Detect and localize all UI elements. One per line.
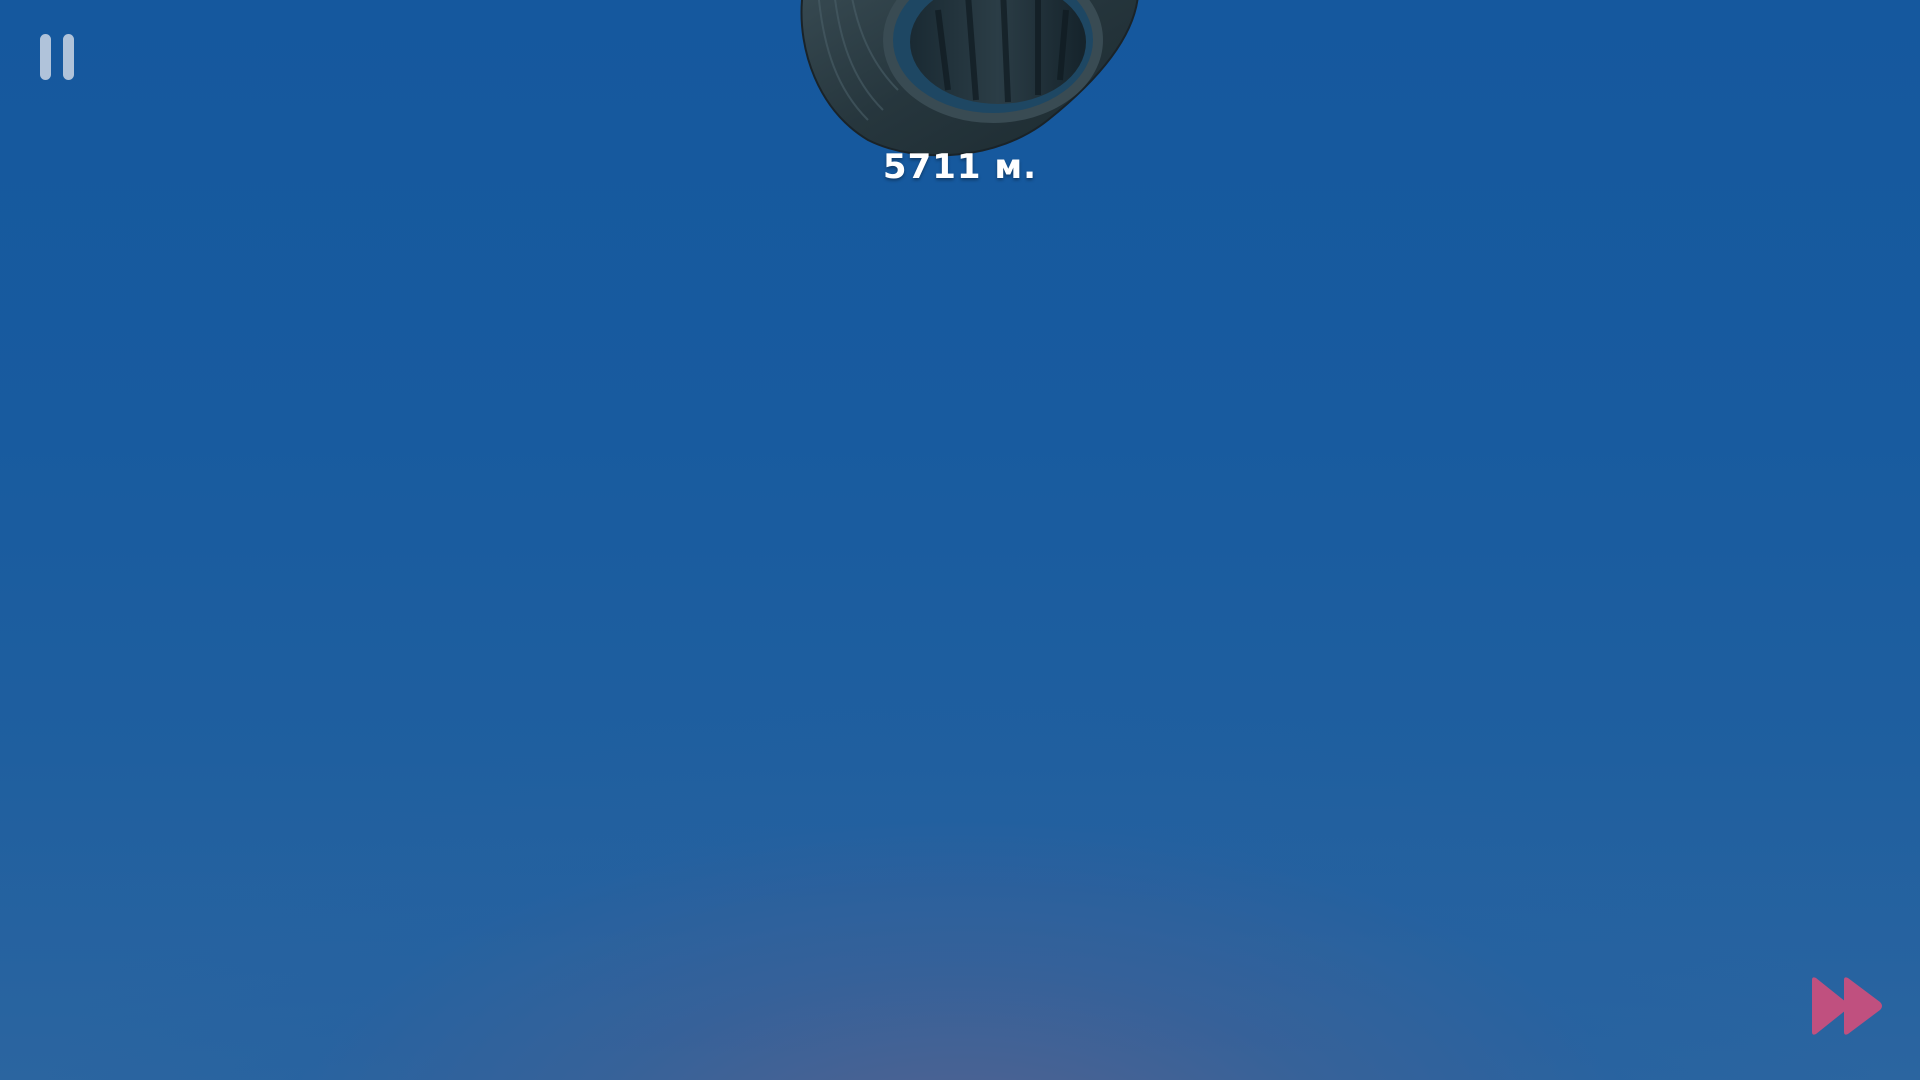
distance-counter: 5711 м. (882, 147, 1038, 187)
tire-icon (800, 0, 1139, 157)
fast-forward-button[interactable] (1808, 976, 1886, 1036)
pause-icon-bar-right (63, 34, 74, 80)
pause-icon-bar-left (40, 34, 51, 80)
fast-forward-icon (1812, 977, 1882, 1035)
pause-button[interactable] (38, 34, 78, 82)
